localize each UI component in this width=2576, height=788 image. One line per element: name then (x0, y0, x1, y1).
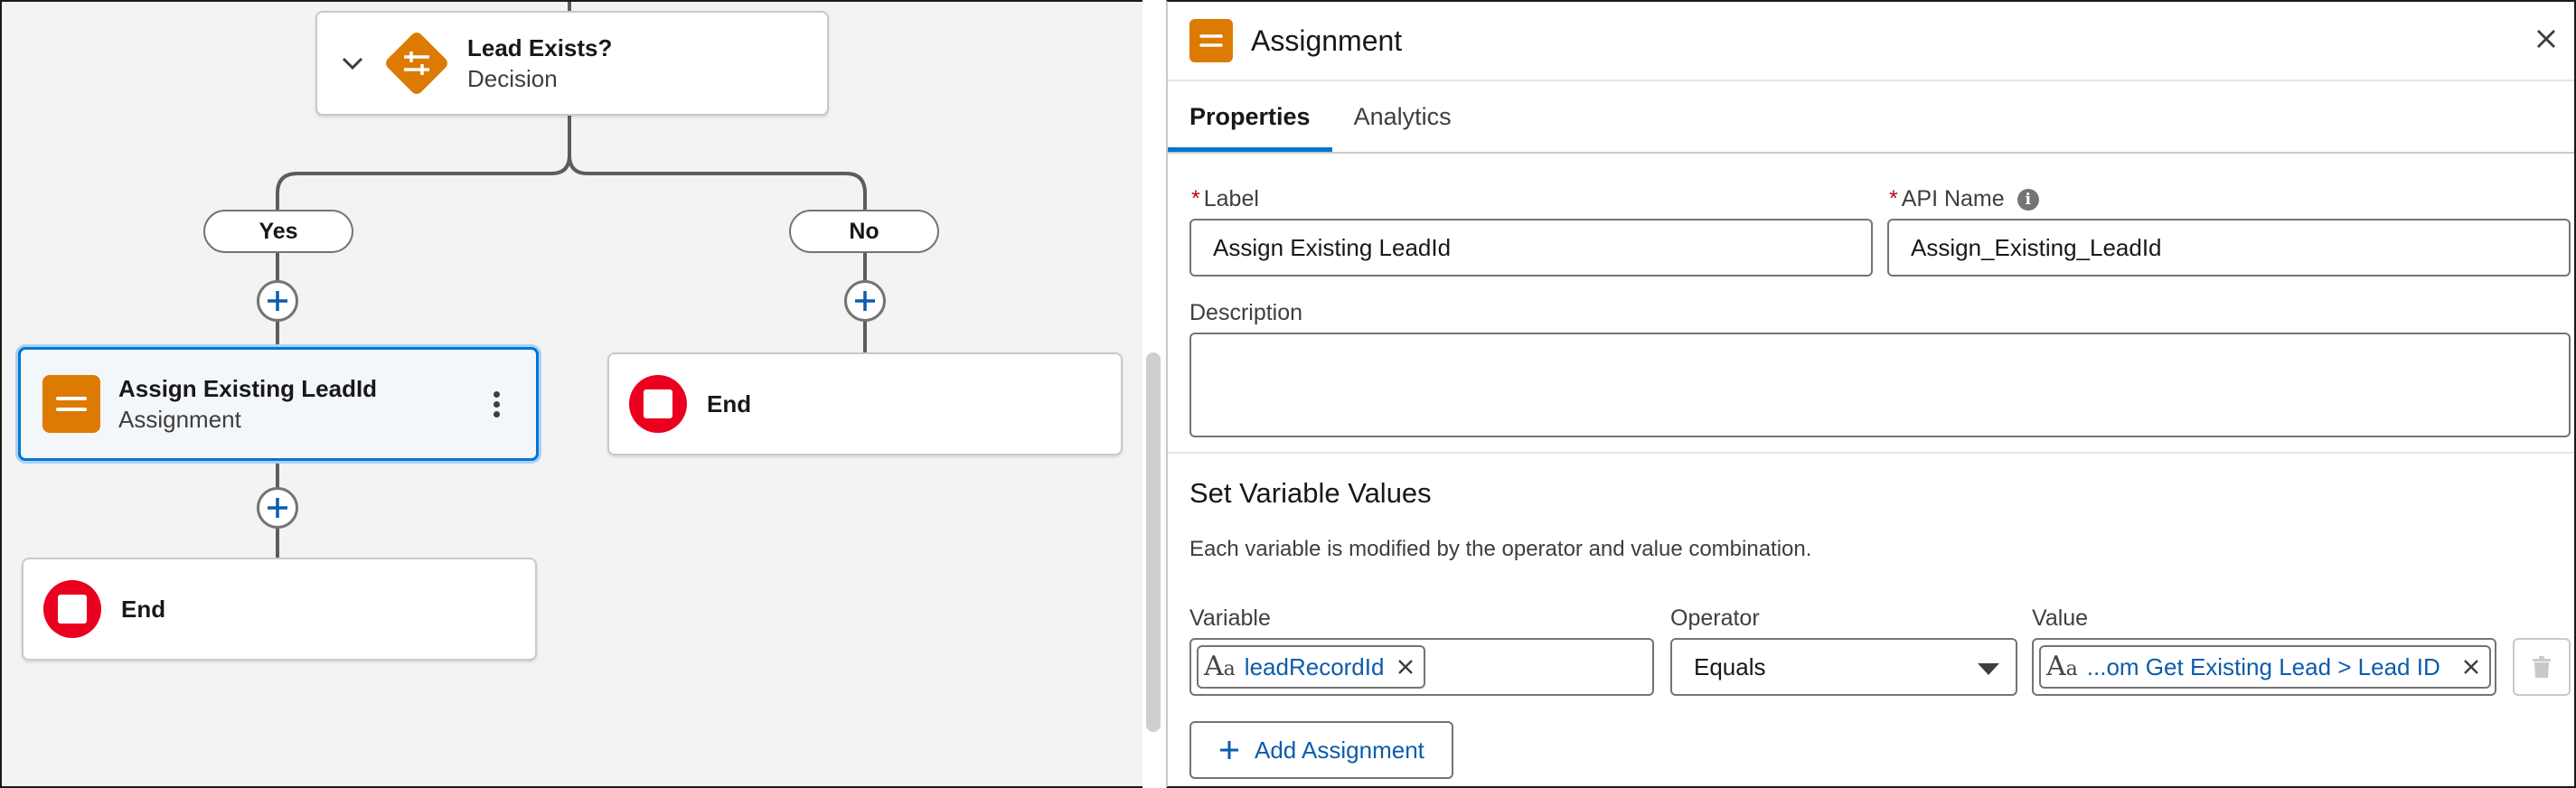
decision-icon (381, 27, 453, 99)
end-node[interactable]: End (22, 558, 537, 661)
plus-icon (268, 291, 287, 311)
plus-icon (1220, 741, 1238, 759)
dropdown-caret-icon (1978, 663, 1999, 675)
more-actions-icon[interactable] (494, 390, 500, 417)
outcome-no-label[interactable]: No (789, 210, 939, 253)
assignment-icon (1189, 19, 1233, 62)
text-type-icon: Aa (2046, 651, 2078, 682)
stop-icon (43, 580, 101, 638)
tab-properties[interactable]: Properties (1168, 81, 1332, 152)
end-label: End (121, 596, 166, 623)
panel-title: Assignment (1251, 23, 1403, 57)
section-divider (1168, 452, 2574, 454)
label-field-label: * Label (1191, 186, 1259, 211)
add-assignment-button[interactable]: Add Assignment (1189, 721, 1453, 779)
add-element-button[interactable] (257, 280, 298, 322)
text-type-icon: Aa (1204, 651, 1236, 682)
api-name-field-label: * API Name i (1889, 186, 2039, 212)
close-icon[interactable] (2531, 23, 2562, 54)
end-label: End (707, 390, 752, 417)
remove-pill-icon[interactable] (1396, 658, 1415, 676)
decision-title: Lead Exists? (467, 34, 613, 61)
add-element-button[interactable] (257, 487, 298, 529)
description-textarea[interactable] (1189, 333, 2571, 437)
add-assignment-label: Add Assignment (1255, 736, 1424, 764)
value-pill[interactable]: Aa ...om Get Existing Lead > Lead ID (2039, 645, 2491, 689)
operator-column-label: Operator (1670, 605, 1760, 631)
flow-canvas[interactable]: Lead Exists? Decision Yes No Assign Exis… (0, 0, 1142, 788)
plus-icon (855, 291, 875, 311)
panel-header: Assignment (1168, 2, 2574, 81)
description-label: Description (1189, 300, 1303, 325)
properties-panel: Assignment Properties Analytics * Label A… (1166, 0, 2576, 788)
value-input[interactable]: Aa ...om Get Existing Lead > Lead ID (2032, 638, 2496, 696)
assignment-node-type: Assignment (118, 406, 241, 433)
canvas-scrollbar[interactable] (1146, 352, 1161, 732)
decision-type: Decision (467, 65, 558, 92)
outcome-yes-label[interactable]: Yes (203, 210, 353, 253)
operator-select[interactable]: Equals (1670, 638, 2017, 696)
info-icon[interactable]: i (2017, 188, 2039, 211)
variable-column-label: Variable (1189, 605, 1271, 631)
stop-icon (629, 375, 687, 433)
operator-value: Equals (1694, 652, 1766, 680)
assignment-node[interactable]: Assign Existing LeadId Assignment (18, 347, 539, 461)
tab-analytics[interactable]: Analytics (1332, 81, 1473, 152)
label-input[interactable]: Assign Existing LeadId (1189, 219, 1873, 277)
decision-node[interactable]: Lead Exists? Decision (315, 11, 829, 116)
section-title: Set Variable Values (1189, 477, 1432, 509)
end-node[interactable]: End (607, 352, 1123, 455)
section-description: Each variable is modified by the operato… (1189, 537, 1812, 561)
add-element-button[interactable] (844, 280, 886, 322)
variable-input[interactable]: Aa leadRecordId (1189, 638, 1654, 696)
remove-pill-icon[interactable] (2462, 658, 2480, 676)
collapse-chevron-icon[interactable] (337, 56, 368, 70)
api-name-input[interactable]: Assign_Existing_LeadId (1887, 219, 2571, 277)
panel-tabs: Properties Analytics (1168, 81, 2574, 154)
value-column-label: Value (2032, 605, 2089, 631)
assignment-icon (42, 375, 100, 433)
variable-pill[interactable]: Aa leadRecordId (1197, 645, 1426, 689)
assignment-node-title: Assign Existing LeadId (118, 375, 378, 402)
variable-pill-text: leadRecordId (1244, 652, 1385, 680)
plus-icon (268, 498, 287, 518)
trash-icon (2533, 656, 2551, 678)
delete-row-button[interactable] (2513, 638, 2571, 696)
value-pill-text: ...om Get Existing Lead > Lead ID (2086, 652, 2440, 680)
